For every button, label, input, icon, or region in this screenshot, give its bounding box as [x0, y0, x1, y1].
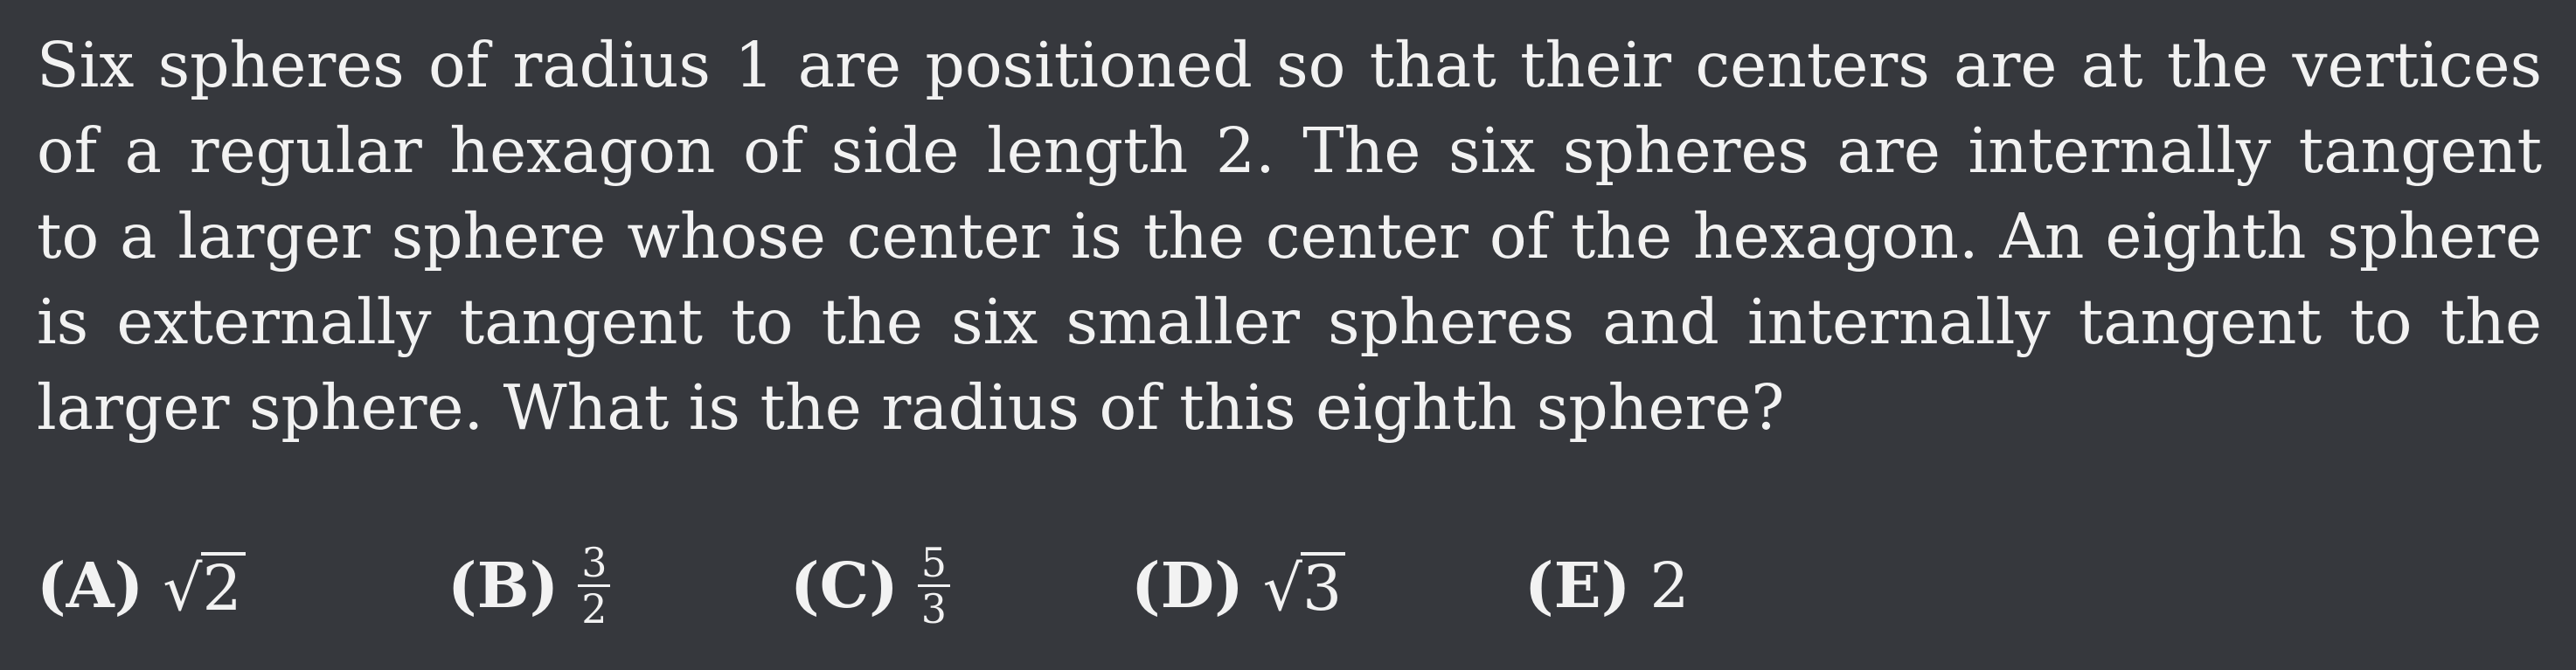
sqrt-expression: √ 3 — [1262, 551, 1346, 625]
choice-a[interactable]: (A) √ 2 — [37, 549, 448, 622]
fraction-denominator: 3 — [920, 584, 947, 632]
choice-e[interactable]: (E) 2 — [1524, 549, 1690, 622]
problem-statement: Six spheres of radius 1 are positioned s… — [37, 23, 2542, 451]
fraction-numerator: 5 — [917, 542, 950, 587]
choice-letter: (A) — [37, 549, 144, 622]
choice-letter: (E) — [1524, 549, 1631, 622]
fraction-denominator: 2 — [581, 584, 608, 632]
answer-choices: (A) √ 2 (B) 3 2 (C) 5 3 (D) √ 3 (E) 2 — [37, 537, 1690, 633]
radicand: 2 — [200, 551, 246, 619]
radicand: 3 — [1301, 551, 1346, 619]
problem-line: of a regular hexagon of side length 2. T… — [37, 114, 2542, 187]
fraction-numerator: 3 — [578, 542, 611, 587]
radical-sign: √ — [1262, 551, 1303, 625]
choice-c[interactable]: (C) 5 3 — [790, 542, 1131, 629]
fraction: 5 3 — [917, 542, 950, 632]
problem-line: Six spheres of radius 1 are positioned s… — [37, 29, 2542, 101]
radical-sign: √ — [163, 551, 203, 625]
problem-line: is externally tangent to the six smaller… — [37, 286, 2542, 358]
problem-line: to a larger sphere whose center is the c… — [37, 200, 2542, 273]
sqrt-expression: √ 2 — [163, 551, 246, 625]
choice-value: 2 — [1649, 549, 1690, 622]
choice-b[interactable]: (B) 3 2 — [448, 542, 790, 629]
choice-letter: (C) — [790, 549, 899, 622]
fraction: 3 2 — [578, 542, 611, 632]
choice-letter: (B) — [448, 549, 559, 622]
choice-d[interactable]: (D) √ 3 — [1131, 549, 1524, 622]
problem-line: larger sphere. What is the radius of thi… — [37, 371, 1785, 444]
choice-letter: (D) — [1131, 549, 1244, 622]
